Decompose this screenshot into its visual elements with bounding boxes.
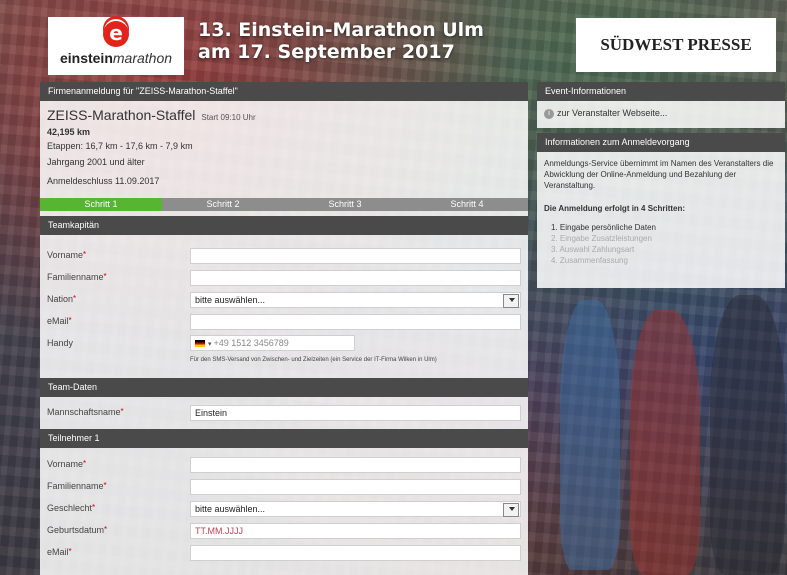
event-summary: ZEISS-Marathon-Staffel Start 09:10 Uhr 42… [40,101,528,188]
einstein-marathon-logo[interactable]: e einsteinmarathon [48,17,184,75]
team-name-row: Mannschaftsname* Einstein [40,402,528,424]
chevron-down-icon [509,507,515,511]
phone-note: Für den SMS-Versand von Zwischen- und Zi… [190,357,437,363]
sponsor-logo[interactable]: SÜDWEST PRESSE [576,18,776,72]
info-icon: i [544,108,554,119]
step-2[interactable]: Schritt 2 [162,198,284,211]
participant-gender-select[interactable]: bitte auswählen... [190,501,521,517]
info-steps-list: 1. Eingabe persönliche Daten 2. Eingabe … [551,222,785,266]
participant-lastname-input[interactable] [190,479,521,495]
team-name-label: Mannschaftsname* [47,407,124,417]
start-time: Start 09:10 Uhr [201,113,256,122]
captain-lastname-input[interactable] [190,270,521,286]
captain-phone-input[interactable]: ▾ +49 1512 3456789 [190,335,355,351]
info-step-3: 3. Auswahl Zahlungsart [551,245,635,254]
participant-firstname-row: Vorname* [40,454,528,476]
info-step-2: 2. Eingabe Zusatzleistungen [551,234,652,243]
captain-email-label: eMail* [47,316,72,326]
chevron-down-icon [509,298,515,302]
captain-phone-row: Handy ▾ +49 1512 3456789 Für den SMS-Ver… [40,333,528,377]
captain-lastname-label: Familienname* [47,272,107,282]
participant-birthdate-input[interactable]: TT.MM.JJJJ [190,523,521,539]
registration-info-text: Anmeldungs-Service übernimmt im Namen de… [537,152,785,214]
logo-text: einsteinmarathon [48,50,184,66]
team-data-bar: Team-Daten [40,378,528,397]
registration-panel: Firmenanmeldung für "ZEISS-Marathon-Staf… [40,82,528,575]
team-data-section: Team-Daten Mannschaftsname* Einstein [40,378,528,424]
captain-email-input[interactable] [190,314,521,330]
logo-e-icon: e [103,21,129,47]
captain-email-row: eMail* [40,311,528,333]
organizer-link-text[interactable]: zur Veranstalter Webseite... [557,108,667,118]
participant-lastname-label: Familienname* [47,481,107,491]
step-1[interactable]: Schritt 1 [40,198,162,211]
participant-section: Teilnehmer 1 Vorname* Familienname* Gesc… [40,429,528,564]
participant-gender-row: Geschlecht* bitte auswählen... [40,498,528,520]
registration-bar: Firmenanmeldung für "ZEISS-Marathon-Staf… [40,82,528,101]
runner-figure [710,295,785,575]
participant-lastname-row: Familienname* [40,476,528,498]
runner-figure [560,300,620,570]
participant-email-label: eMail* [47,547,72,557]
step-4[interactable]: Schritt 4 [406,198,528,211]
participant-birthdate-row: Geburtsdatum* TT.MM.JJJJ [40,520,528,542]
event-age: Jahrgang 2001 und älter [47,157,145,167]
participant-email-input[interactable] [190,545,521,561]
logo-word-bold: einstein [59,50,113,66]
participant-birthdate-label: Geburtsdatum* [47,525,108,535]
participant-firstname-input[interactable] [190,457,521,473]
captain-phone-label: Handy [47,338,74,348]
event-name-line: ZEISS-Marathon-Staffel Start 09:10 Uhr [47,107,521,123]
registration-info-bar: Informationen zum Anmeldevorgang [537,133,785,152]
info-step-1: 1. Eingabe persönliche Daten [551,223,656,232]
participant-bar: Teilnehmer 1 [40,429,528,448]
event-info-bar: Event-Informationen [537,82,785,101]
title-line-1: 13. Einstein-Marathon Ulm [198,19,484,41]
step-progress: Schritt 1 Schritt 2 Schritt 3 Schritt 4 [40,198,528,211]
team-name-input[interactable]: Einstein [190,405,521,421]
germany-flag-icon[interactable] [195,340,205,348]
captain-firstname-label: Vorname* [47,250,87,260]
info-steps-heading: Die Anmeldung erfolgt in 4 Schritten: [544,204,686,213]
registration-info-panel: Informationen zum Anmeldevorgang Anmeldu… [537,133,785,288]
captain-firstname-row: Vorname* [40,245,528,267]
runner-figure [630,310,700,575]
logo-word-italic: marathon [112,50,173,66]
participant-email-row: eMail* [40,542,528,564]
captain-firstname-input[interactable] [190,248,521,264]
event-name: ZEISS-Marathon-Staffel [47,107,196,123]
title-line-2: am 17. September 2017 [198,41,455,63]
participant-gender-label: Geschlecht* [47,503,96,513]
team-captain-section: Teamkapitän Vorname* Familienname* Natio… [40,216,528,377]
page-title: 13. Einstein-Marathon Ulm am 17. Septemb… [198,19,484,63]
team-captain-bar: Teamkapitän [40,216,528,235]
step-3[interactable]: Schritt 3 [284,198,406,211]
participant-firstname-label: Vorname* [47,459,87,469]
event-stages: Etappen: 16,7 km - 17,6 km - 7,9 km [47,141,193,151]
captain-nation-row: Nation* bitte auswählen... [40,289,528,311]
event-deadline: Anmeldeschluss 11.09.2017 [47,176,160,186]
event-distance: 42,195 km [47,127,91,137]
event-info-panel: Event-Informationen i zur Veranstalter We… [537,82,785,128]
info-step-4: 4. Zusammenfassung [551,256,628,265]
captain-lastname-row: Familienname* [40,267,528,289]
info-paragraph: Anmeldungs-Service übernimmt im Namen de… [544,159,774,190]
captain-nation-select[interactable]: bitte auswählen... [190,292,521,308]
organizer-website-link[interactable]: i zur Veranstalter Webseite... [537,101,785,126]
captain-nation-label: Nation* [47,294,77,304]
